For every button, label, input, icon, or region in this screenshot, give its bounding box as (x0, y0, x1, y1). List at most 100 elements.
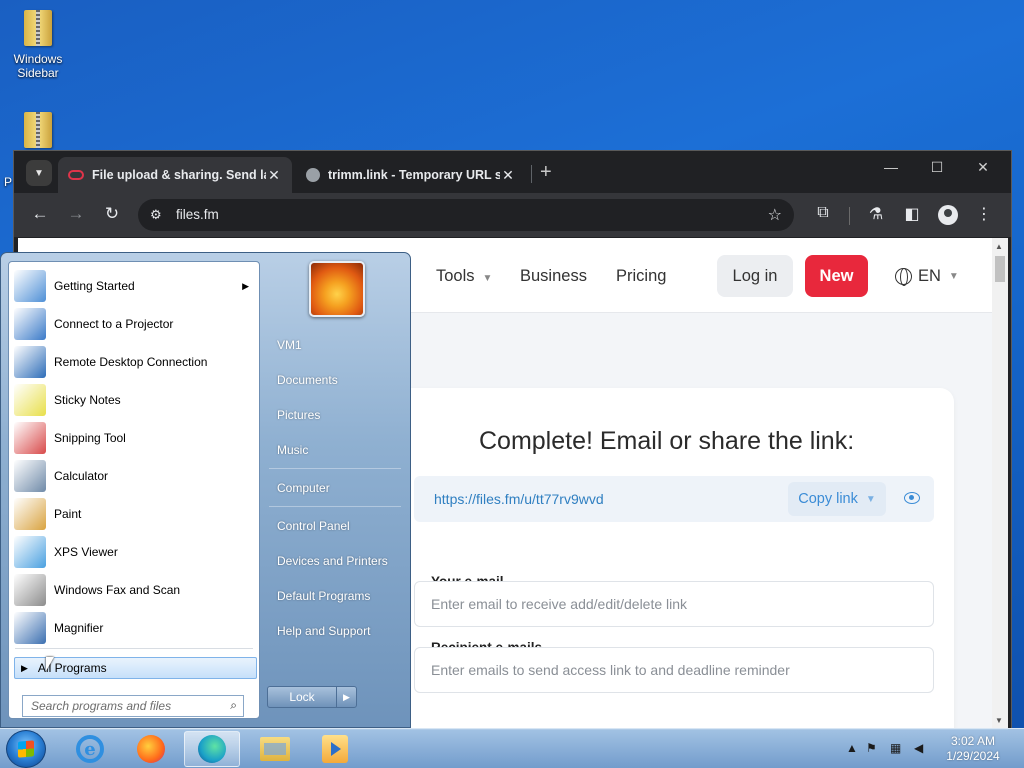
eye-icon[interactable] (904, 492, 920, 504)
start-right-music[interactable]: Music (277, 443, 308, 457)
lock-button[interactable]: Lock (268, 687, 336, 707)
sticky-notes-icon (14, 384, 46, 416)
start-program-item[interactable]: Sticky Notes (11, 382, 257, 418)
recipients-field[interactable]: Enter emails to send access link to and … (414, 647, 934, 693)
tab-search-button[interactable]: ▼ (26, 160, 52, 186)
nav-tools-label: Tools (436, 267, 475, 285)
action-center-flag-icon[interactable]: ⚑ (866, 741, 877, 755)
taskbar-edge[interactable] (184, 731, 240, 767)
extensions-icon[interactable]: ⧉ (812, 204, 834, 222)
tab-files-fm[interactable]: File upload & sharing. Send large files … (58, 157, 292, 193)
taskbar-media-player[interactable] (307, 731, 363, 767)
calculator-icon (14, 460, 46, 492)
start-program-label: Calculator (54, 469, 109, 483)
tab-title: trimm.link - Temporary URL shortener (328, 168, 500, 182)
new-button[interactable]: New (805, 255, 868, 297)
start-button[interactable] (6, 730, 46, 768)
address-bar[interactable]: ⚙ files.fm ☆ (138, 199, 794, 231)
desktop-icon-partial[interactable] (6, 110, 70, 154)
tab-trimm-link[interactable]: trimm.link - Temporary URL shortener ✕ (296, 157, 526, 193)
start-search-input[interactable]: Search programs and files ⌕ (22, 695, 244, 717)
scroll-down-icon[interactable]: ▼ (995, 716, 1003, 725)
globe-favicon-icon (306, 168, 320, 182)
chevron-down-icon: ▼ (34, 167, 44, 179)
email-field[interactable]: Enter email to receive add/edit/delete l… (414, 581, 934, 627)
login-button[interactable]: Log in (717, 255, 793, 297)
start-program-item[interactable]: Snipping Tool (11, 420, 257, 456)
language-selector[interactable]: EN ▼ (895, 267, 959, 286)
zip-folder-icon (21, 110, 55, 150)
lock-button-group: Lock ▶ (267, 686, 357, 708)
share-link-url[interactable]: https://files.fm/u/tt77rv9wvd (434, 491, 604, 507)
start-right-documents[interactable]: Documents (277, 373, 338, 387)
start-menu-divider (15, 648, 253, 649)
minimize-button[interactable]: — (868, 159, 914, 175)
side-panel-icon[interactable]: ◧ (901, 204, 923, 224)
address-url: files.fm (176, 207, 219, 222)
snipping-tool-icon (14, 422, 46, 454)
labs-flask-icon[interactable]: ⚗ (865, 204, 887, 224)
menu-kebab-icon[interactable]: ⋮ (973, 204, 995, 224)
start-right-vm1[interactable]: VM1 (277, 338, 302, 352)
close-tab-icon[interactable]: ✕ (266, 167, 282, 184)
start-program-item[interactable]: Paint (11, 496, 257, 532)
start-right-default-programs[interactable]: Default Programs (277, 589, 370, 603)
copy-link-button[interactable]: Copy link ▼ (788, 482, 886, 516)
back-button[interactable]: ← (28, 204, 52, 224)
start-program-label: Sticky Notes (54, 393, 121, 407)
scroll-thumb[interactable] (995, 256, 1005, 282)
paint-icon (14, 498, 46, 530)
close-tab-icon[interactable]: ✕ (500, 167, 516, 184)
close-window-button[interactable]: ✕ (960, 159, 1006, 176)
start-program-item[interactable]: Windows Fax and Scan (11, 572, 257, 608)
globe-icon (895, 268, 912, 286)
start-right-pictures[interactable]: Pictures (277, 408, 320, 422)
forward-button[interactable]: → (64, 204, 88, 224)
tab-divider (531, 165, 532, 183)
start-right-devices-printers[interactable]: Devices and Printers (277, 554, 388, 568)
system-clock[interactable]: 3:02 AM 1/29/2024 (930, 734, 1016, 764)
start-program-item[interactable]: Getting Started ▶ (11, 268, 257, 304)
new-tab-button[interactable]: + (540, 161, 552, 184)
remote-desktop-icon (14, 346, 46, 378)
start-program-item[interactable]: Connect to a Projector (11, 306, 257, 342)
start-right-help-support[interactable]: Help and Support (277, 624, 370, 638)
triangle-right-icon: ▶ (21, 662, 28, 673)
reload-button[interactable]: ↻ (100, 204, 124, 224)
nav-business[interactable]: Business (520, 267, 587, 286)
start-right-divider (269, 468, 401, 469)
taskbar-explorer[interactable] (247, 731, 303, 767)
desktop-icon-label: Windows Sidebar (13, 52, 63, 80)
nav-tools[interactable]: Tools ▼ (436, 267, 492, 286)
toolbar-divider (849, 207, 850, 225)
taskbar-ie[interactable]: e (62, 731, 118, 767)
start-program-label: Connect to a Projector (54, 317, 174, 331)
nav-pricing[interactable]: Pricing (616, 267, 666, 286)
scroll-up-icon[interactable]: ▲ (995, 242, 1003, 251)
clock-date: 1/29/2024 (946, 749, 1000, 763)
xps-viewer-icon (14, 536, 46, 568)
show-hidden-icons[interactable]: ▲ (846, 741, 858, 755)
desktop-icon-label-partial: P (4, 175, 13, 189)
start-right-computer[interactable]: Computer (277, 481, 330, 495)
magnifier-icon (14, 612, 46, 644)
site-info-icon[interactable]: ⚙ (150, 207, 162, 223)
start-program-item[interactable]: Magnifier (11, 610, 257, 646)
desktop-icon-windows-sidebar[interactable]: Windows Sidebar (6, 8, 70, 80)
network-icon[interactable]: ▦ (890, 741, 901, 755)
start-program-item[interactable]: Calculator (11, 458, 257, 494)
bookmark-star-icon[interactable]: ☆ (768, 205, 782, 225)
shutdown-options-arrow-icon[interactable]: ▶ (336, 687, 356, 707)
tab-title: File upload & sharing. Send large files (92, 168, 266, 182)
user-picture[interactable] (309, 261, 365, 317)
start-menu-programs: Getting Started ▶ Connect to a Projector Re… (8, 261, 260, 719)
page-scrollbar[interactable]: ▲ ▼ (992, 238, 1008, 730)
volume-muted-icon[interactable]: ◀ (914, 741, 923, 755)
taskbar-firefox[interactable] (123, 731, 179, 767)
start-program-item[interactable]: XPS Viewer (11, 534, 257, 570)
start-program-item[interactable]: Remote Desktop Connection (11, 344, 257, 380)
start-right-control-panel[interactable]: Control Panel (277, 519, 350, 533)
maximize-button[interactable]: ☐ (914, 159, 960, 176)
projector-icon (14, 308, 46, 340)
profile-avatar-icon[interactable] (938, 205, 958, 225)
